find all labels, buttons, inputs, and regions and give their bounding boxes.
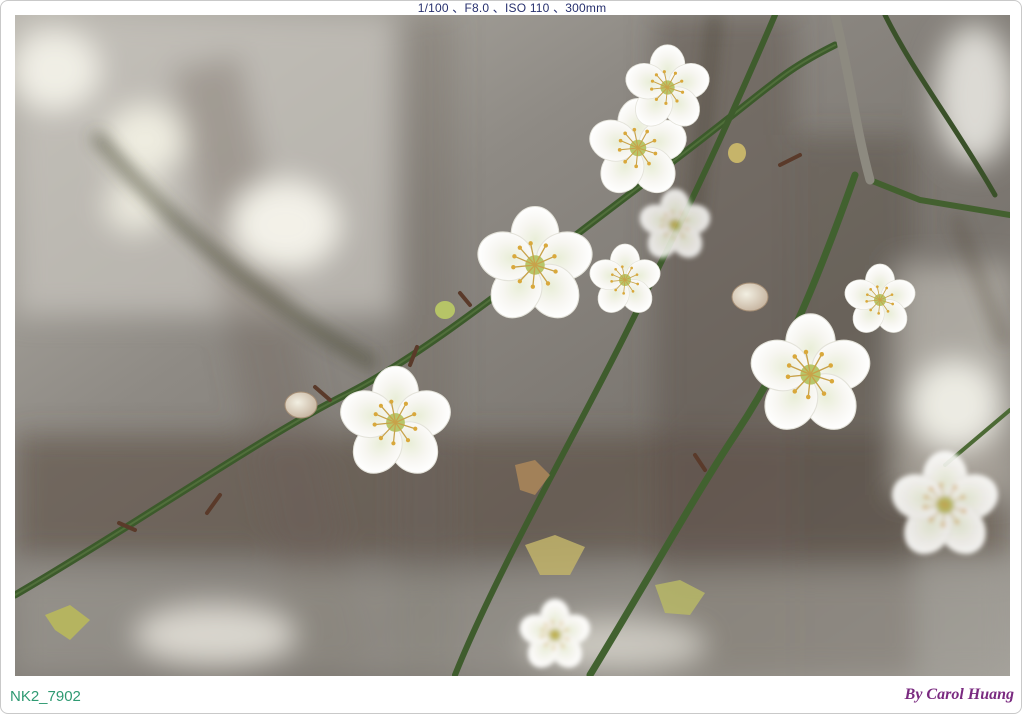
photographer-credit: By Carol Huang [904,686,1014,703]
plum-blossom-photo [15,15,1010,676]
photo-canvas [15,15,1010,676]
exif-caption: 1/100 、F8.0 、ISO 110 、300mm [417,1,607,15]
photo-filename: NK2_7902 [10,688,81,705]
